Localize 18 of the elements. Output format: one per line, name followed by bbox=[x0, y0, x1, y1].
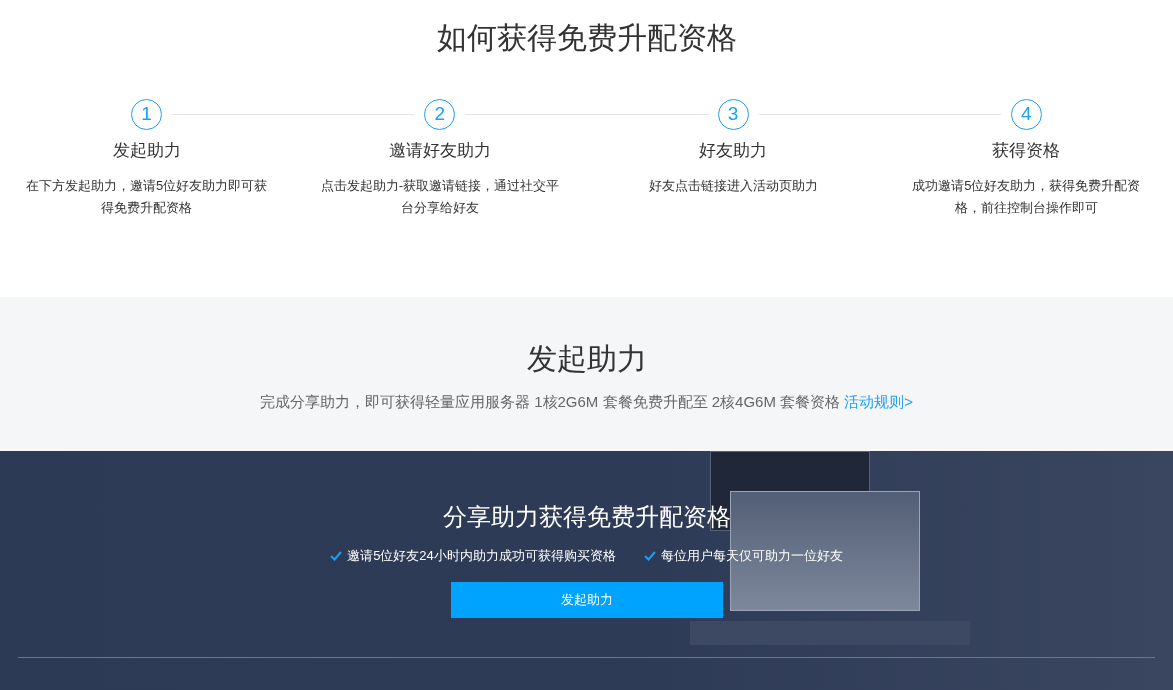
step-title: 好友助力 bbox=[699, 140, 768, 162]
step-title: 获得资格 bbox=[992, 140, 1061, 162]
step-description: 点击发起助力-获取邀请链接，通过社交平台分享给好友 bbox=[319, 177, 561, 217]
rules-link[interactable]: 活动规则> bbox=[844, 393, 913, 410]
step-description: 好友点击链接进入活动页助力 bbox=[647, 177, 819, 195]
step-description: 在下方发起助力，邀请5位好友助力即可获得免费升配资格 bbox=[25, 177, 269, 217]
step-title: 发起助力 bbox=[112, 140, 181, 162]
banner-heading: 分享助力获得免费升配资格 bbox=[442, 502, 731, 532]
step-title: 邀请好友助力 bbox=[388, 140, 491, 162]
check-icon bbox=[643, 550, 656, 561]
feature-text: 每位用户每天仅可助力一位好友 bbox=[660, 547, 843, 565]
feature-text: 邀请5位好友24小时内助力成功可获得购买资格 bbox=[347, 547, 616, 565]
section-heading: 发起助力 bbox=[526, 341, 647, 377]
subtitle-text: 完成分享助力，即可获得轻量应用服务器 1核2G6M 套餐免费升配至 2核4G6M 套餐资格 bbox=[260, 393, 841, 410]
section-title: 如何获得免费升配资格 bbox=[436, 20, 737, 56]
check-icon bbox=[330, 550, 343, 561]
step-description: 成功邀请5位好友助力，获得免费升配资格，前往控制台操作即可 bbox=[911, 177, 1142, 217]
launch-button[interactable]: 发起助力 bbox=[450, 581, 723, 618]
